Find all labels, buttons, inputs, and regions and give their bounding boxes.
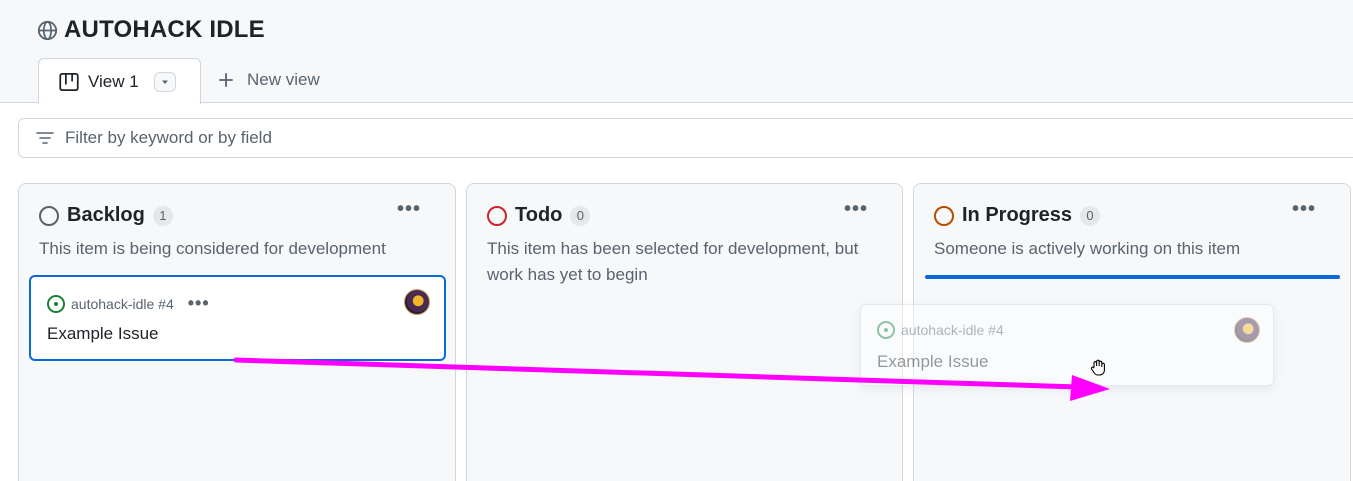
drag-annotation-arrow [233, 357, 1110, 401]
grab-cursor-icon [1090, 359, 1105, 376]
